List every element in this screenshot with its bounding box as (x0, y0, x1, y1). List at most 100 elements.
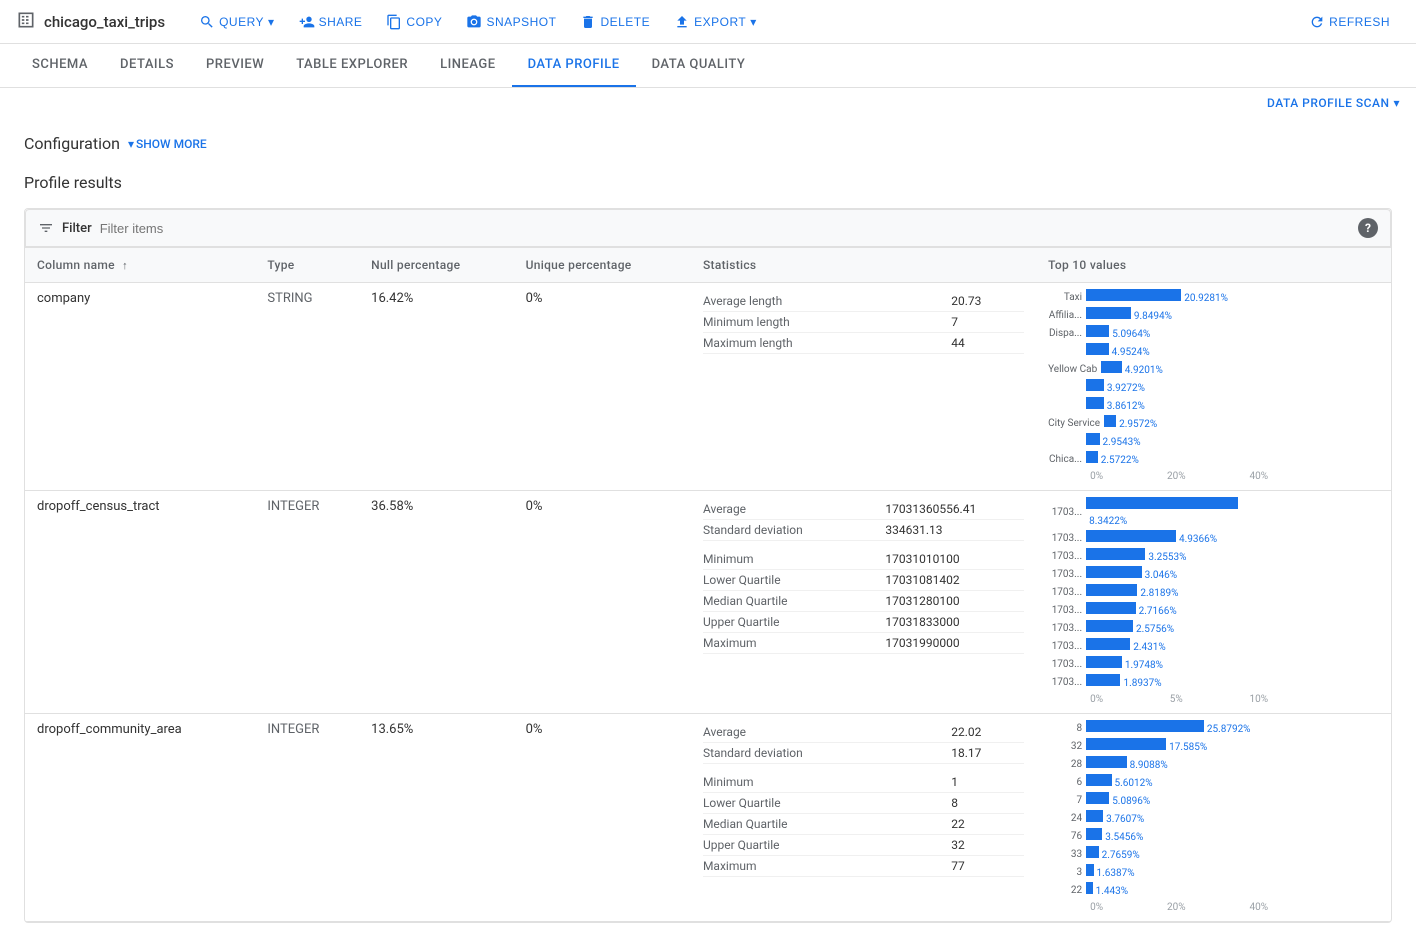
sort-icon[interactable]: ↑ (122, 259, 128, 272)
stat-label: Average (703, 722, 951, 743)
bar-track: 8.3422% (1086, 497, 1268, 528)
axis-label: 10% (1249, 694, 1268, 705)
bar-chart: 825.8792%3217.585%288.9088%65.6012%75.08… (1048, 720, 1268, 913)
show-more-button[interactable]: ▾ SHOW MORE (128, 137, 207, 151)
bar-fill (1086, 756, 1127, 768)
axis-label: 40% (1249, 902, 1268, 913)
copy-button[interactable]: COPY (376, 8, 452, 36)
bar-axis: 0% 20% 40% (1048, 902, 1268, 913)
bar-row: Chica...2.5722% (1048, 451, 1268, 467)
bar-label: 1703... (1048, 507, 1086, 518)
sub-header: DATA PROFILE SCAN ▾ (0, 88, 1416, 118)
bar-value: 1.8937% (1123, 678, 1161, 689)
stat-label: Average (703, 499, 885, 520)
bar-row: 288.9088% (1048, 756, 1268, 772)
bar-fill (1086, 530, 1176, 542)
stat-label: Maximum (703, 855, 951, 876)
bar-row: 3217.585% (1048, 738, 1268, 754)
refresh-button[interactable]: REFRESH (1299, 8, 1400, 36)
tab-data-profile[interactable]: DATA PROFILE (512, 44, 636, 87)
filter-input[interactable] (100, 221, 1350, 236)
bar-value: 2.9543% (1103, 437, 1141, 448)
bar-axis: 0%20%40% (1048, 471, 1268, 482)
export-button[interactable]: EXPORT ▾ (664, 8, 767, 36)
cell-col-name: dropoff_community_area (25, 714, 255, 922)
bar-fill (1101, 361, 1122, 373)
bar-label: Dispa... (1048, 328, 1086, 339)
cell-statistics: Average length20.73Minimum length7Maximu… (691, 283, 1036, 491)
bar-fill (1086, 566, 1142, 578)
bar-value: 1.9748% (1125, 660, 1163, 671)
bar-value: 1.6387% (1097, 868, 1135, 879)
bar-fill (1086, 810, 1103, 822)
bar-label: 76 (1048, 831, 1086, 842)
stat-value: 22 (951, 813, 1024, 834)
bar-fill (1086, 620, 1133, 632)
stat-value: 20.73 (951, 291, 1024, 312)
bar-value: 1.443% (1096, 886, 1128, 897)
data-table: Column name ↑ Type Null percentage Uniqu… (25, 247, 1391, 922)
snapshot-button[interactable]: SNAPSHOT (456, 8, 566, 36)
stat-label: Average length (703, 291, 951, 312)
bar-track: 20.9281% (1086, 289, 1268, 305)
stat-value: 18.17 (951, 743, 1024, 764)
bar-row: 1703...1.8937% (1048, 674, 1268, 690)
stat-label: Upper Quartile (703, 611, 885, 632)
cell-col-name: company (25, 283, 255, 491)
cell-unique-pct: 0% (514, 283, 691, 491)
bar-fill (1086, 846, 1099, 858)
table-header-row: Column name ↑ Type Null percentage Uniqu… (25, 248, 1391, 283)
toolbar: chicago_taxi_trips QUERY ▾ SHARE COPY SN… (0, 0, 1416, 44)
toolbar-actions: QUERY ▾ SHARE COPY SNAPSHOT DELETE EXPOR… (189, 8, 767, 36)
axis-label: 20% (1167, 902, 1186, 913)
delete-button[interactable]: DELETE (570, 8, 660, 36)
data-profile-scan-button[interactable]: DATA PROFILE SCAN ▾ (1267, 96, 1400, 110)
bar-fill (1086, 397, 1104, 409)
tab-data-quality[interactable]: DATA QUALITY (636, 44, 762, 87)
stat-value: 8 (951, 792, 1024, 813)
bar-label: Affilia... (1048, 310, 1086, 321)
bar-label: 33 (1048, 849, 1086, 860)
bar-fill (1104, 415, 1116, 427)
cell-null-pct: 36.58% (359, 491, 513, 714)
filter-icon (38, 220, 54, 236)
bar-value: 3.9272% (1107, 383, 1145, 394)
tab-schema[interactable]: SCHEMA (16, 44, 104, 87)
help-icon[interactable]: ? (1358, 218, 1378, 238)
bar-label: 6 (1048, 777, 1086, 788)
col-header-unique: Unique percentage (514, 248, 691, 283)
stat-value: 17031010100 (885, 549, 1024, 570)
data-table-wrapper: Filter ? Column name ↑ Type Null percent… (24, 208, 1392, 923)
bar-row: 31.6387% (1048, 864, 1268, 880)
bar-track: 2.431% (1086, 638, 1268, 654)
bar-value: 8.3422% (1089, 516, 1127, 527)
bar-value: 3.8612% (1107, 401, 1145, 412)
bar-fill (1086, 497, 1238, 509)
bar-track: 2.7166% (1086, 602, 1268, 618)
bar-fill (1086, 343, 1109, 355)
axis-label: 0% (1090, 902, 1103, 913)
tab-details[interactable]: DETAILS (104, 44, 190, 87)
share-button[interactable]: SHARE (289, 8, 373, 36)
bar-fill (1086, 325, 1109, 337)
col-header-name: Column name ↑ (25, 248, 255, 283)
cell-unique-pct: 0% (514, 491, 691, 714)
tab-table-explorer[interactable]: TABLE EXPLORER (280, 44, 424, 87)
bar-track: 1.443% (1086, 882, 1268, 898)
stat-value: 17031833000 (885, 611, 1024, 632)
bar-track: 4.9524% (1086, 343, 1268, 359)
bar-track: 2.8189% (1086, 584, 1268, 600)
bar-value: 2.9572% (1119, 419, 1157, 430)
tab-lineage[interactable]: LINEAGE (424, 44, 512, 87)
stat-value: 22.02 (951, 722, 1024, 743)
bar-row: Taxi20.9281% (1048, 289, 1268, 305)
tab-preview[interactable]: PREVIEW (190, 44, 280, 87)
config-label: Configuration (24, 134, 120, 153)
bar-value: 3.046% (1145, 570, 1177, 581)
col-header-null: Null percentage (359, 248, 513, 283)
bar-track: 2.9572% (1104, 415, 1268, 431)
query-button[interactable]: QUERY ▾ (189, 8, 285, 36)
stat-label: Median Quartile (703, 590, 885, 611)
bar-row: City Service2.9572% (1048, 415, 1268, 431)
bar-track: 8.9088% (1086, 756, 1268, 772)
